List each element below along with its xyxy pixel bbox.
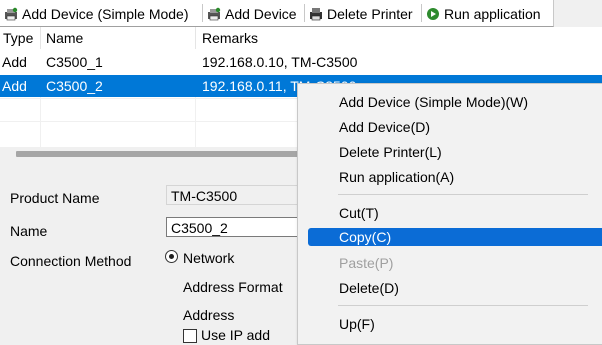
- add-device-icon: [207, 7, 221, 21]
- menu-item-delete[interactable]: Delete(D): [308, 279, 602, 297]
- row-type: Add: [2, 54, 27, 70]
- menu-item-add-device[interactable]: Add Device(D): [308, 118, 602, 136]
- name-label: Name: [10, 223, 48, 239]
- product-name-field: TM-C3500: [166, 185, 306, 205]
- run-application-button[interactable]: Run application: [426, 4, 541, 24]
- run-application-label: Run application: [444, 6, 541, 22]
- menu-separator: [338, 194, 588, 195]
- menu-item-run-application[interactable]: Run application(A): [308, 168, 602, 186]
- column-header-type[interactable]: Type: [0, 27, 33, 49]
- add-device-simple-button[interactable]: Add Device (Simple Mode): [4, 4, 189, 24]
- delete-printer-icon: [309, 7, 323, 21]
- row-remarks: 192.168.0.10, TM-C3500: [202, 54, 358, 70]
- toolbar-separator: [421, 4, 422, 22]
- network-radio-label: Network: [183, 250, 235, 266]
- column-header-name[interactable]: Name: [43, 27, 83, 49]
- run-application-icon: [426, 7, 440, 21]
- address-format-label: Address Format: [183, 279, 283, 295]
- toolbar-separator: [202, 4, 203, 22]
- row-name: C3500_1: [46, 54, 103, 70]
- delete-printer-button[interactable]: Delete Printer: [309, 4, 413, 24]
- menu-separator: [338, 305, 588, 306]
- menu-item-add-device-simple[interactable]: Add Device (Simple Mode)(W): [308, 93, 602, 111]
- menu-item-paste: Paste(P): [339, 255, 394, 271]
- toolbar-separator: [304, 4, 305, 22]
- use-ip-checkbox[interactable]: [183, 329, 197, 343]
- column-header-remarks[interactable]: Remarks: [199, 27, 258, 49]
- add-device-simple-icon: [4, 7, 18, 21]
- context-menu: Add Device (Simple Mode)(W) Add Device(D…: [297, 83, 602, 345]
- use-ip-checkbox-label: Use IP add: [201, 327, 271, 343]
- name-field[interactable]: C3500_2: [166, 217, 306, 237]
- column-divider[interactable]: [195, 27, 196, 49]
- toolbar: Add Device (Simple Mode) Add Device Dele…: [0, 0, 554, 27]
- address-label: Address: [183, 307, 235, 323]
- network-radio[interactable]: [165, 250, 178, 263]
- add-device-simple-label: Add Device (Simple Mode): [22, 6, 189, 22]
- column-divider[interactable]: [40, 27, 41, 49]
- add-device-label: Add Device: [225, 6, 297, 22]
- table-row[interactable]: Add C3500_1 192.168.0.10, TM-C3500: [0, 51, 602, 73]
- menu-item-up[interactable]: Up(F): [308, 315, 602, 333]
- menu-item-cut[interactable]: Cut(T): [308, 204, 602, 222]
- grid-line: [40, 97, 41, 147]
- menu-item-copy[interactable]: Copy(C): [308, 228, 602, 246]
- add-device-button[interactable]: Add Device: [207, 4, 297, 24]
- menu-item-delete-printer[interactable]: Delete Printer(L): [308, 143, 602, 161]
- grid-line: [195, 97, 196, 147]
- row-name: C3500_2: [46, 78, 103, 94]
- product-name-label: Product Name: [10, 190, 100, 206]
- row-type: Add: [2, 78, 27, 94]
- delete-printer-label: Delete Printer: [327, 6, 413, 22]
- connection-method-label: Connection Method: [10, 253, 132, 269]
